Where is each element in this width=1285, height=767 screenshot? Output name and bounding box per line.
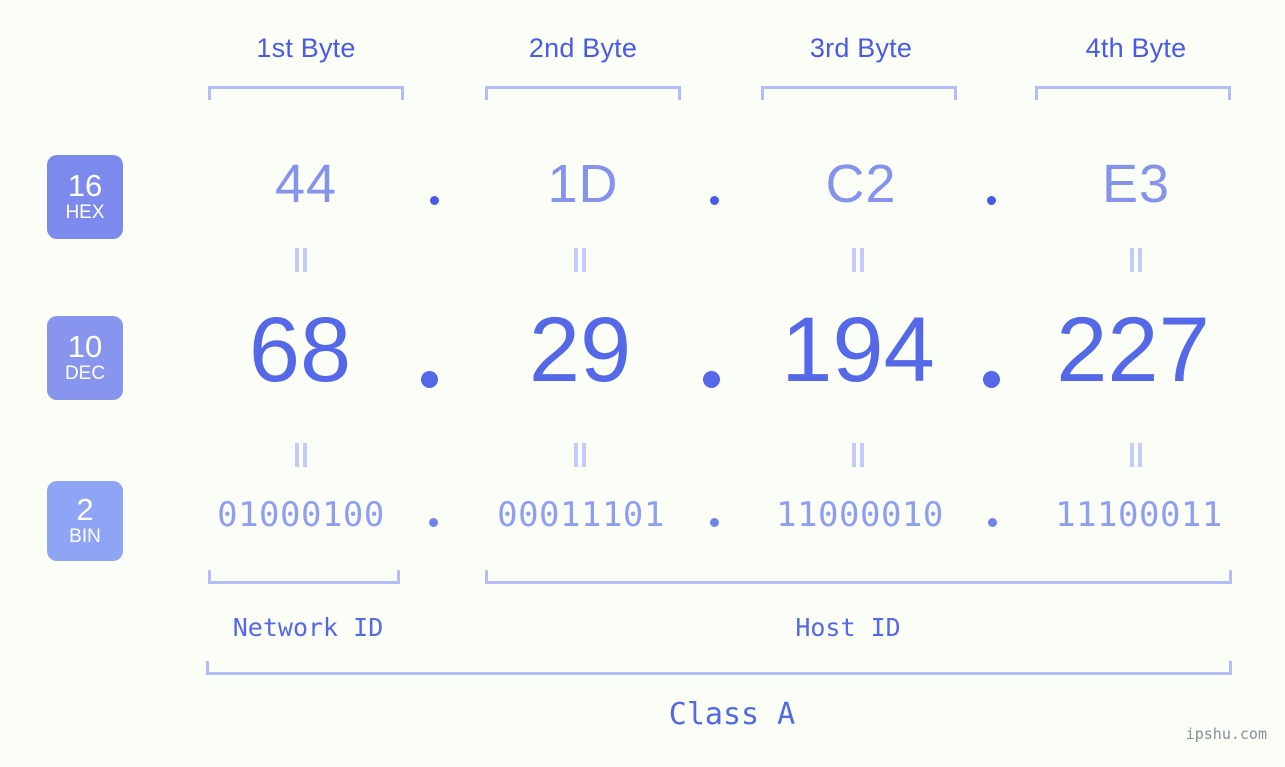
equals-mark-hex-dec-1 <box>294 248 308 272</box>
hex-separator-2 <box>710 196 719 205</box>
byte-bracket-top-1 <box>208 86 404 100</box>
bin-value-4: 11100011 <box>1055 495 1223 535</box>
class-bracket <box>206 661 1232 675</box>
network-id-label: Network ID <box>232 613 384 642</box>
equals-mark-dec-bin-4 <box>1129 443 1143 467</box>
hex-value-3: C2 <box>825 154 897 214</box>
bin-value-1: 01000100 <box>217 495 385 535</box>
badge-hex: 16 HEX <box>47 155 123 239</box>
host-id-bracket <box>485 570 1232 584</box>
ip-breakdown-diagram: 1st Byte 2nd Byte 3rd Byte 4th Byte 16 H… <box>0 0 1285 767</box>
byte-bracket-top-3 <box>761 86 957 100</box>
equals-mark-hex-dec-4 <box>1129 248 1143 272</box>
byte-header-2: 2nd Byte <box>528 33 638 63</box>
dec-value-4: 227 <box>1056 299 1210 401</box>
byte-header-1: 1st Byte <box>256 33 356 63</box>
bin-value-3: 11000010 <box>776 495 944 535</box>
equals-mark-dec-bin-1 <box>294 443 308 467</box>
equals-mark-dec-bin-2 <box>573 443 587 467</box>
hex-value-4: E3 <box>1101 154 1171 214</box>
network-id-bracket <box>208 570 400 584</box>
watermark: ipshu.com <box>1185 725 1267 743</box>
badge-bin-base: 2 <box>76 491 94 527</box>
byte-bracket-top-4 <box>1035 86 1231 100</box>
badge-dec-name: DEC <box>64 363 106 385</box>
dec-separator-3 <box>983 371 1000 388</box>
hex-value-2: 1D <box>547 154 619 214</box>
badge-bin: 2 BIN <box>47 481 123 561</box>
badge-hex-name: HEX <box>65 202 105 224</box>
dec-value-3: 194 <box>781 299 935 401</box>
dec-value-1: 68 <box>248 299 352 401</box>
badge-bin-name: BIN <box>69 526 101 548</box>
equals-mark-dec-bin-3 <box>851 443 865 467</box>
bin-value-2: 00011101 <box>497 495 665 535</box>
equals-mark-hex-dec-3 <box>851 248 865 272</box>
byte-header-4: 4th Byte <box>1085 33 1187 63</box>
dec-value-2: 29 <box>528 299 632 401</box>
badge-dec: 10 DEC <box>47 316 123 400</box>
badge-hex-base: 16 <box>67 167 103 203</box>
host-id-label: Host ID <box>795 613 901 642</box>
badge-dec-base: 10 <box>67 328 103 364</box>
hex-value-1: 44 <box>274 154 338 214</box>
equals-mark-hex-dec-2 <box>573 248 587 272</box>
dec-separator-2 <box>703 371 720 388</box>
hex-separator-1 <box>430 196 439 205</box>
byte-header-3: 3rd Byte <box>809 33 913 63</box>
dec-separator-1 <box>421 371 438 388</box>
bin-separator-3 <box>988 518 997 527</box>
byte-bracket-top-2 <box>485 86 681 100</box>
bin-separator-1 <box>429 518 438 527</box>
hex-separator-3 <box>987 196 996 205</box>
class-label: Class A <box>668 697 796 732</box>
bin-separator-2 <box>710 518 719 527</box>
